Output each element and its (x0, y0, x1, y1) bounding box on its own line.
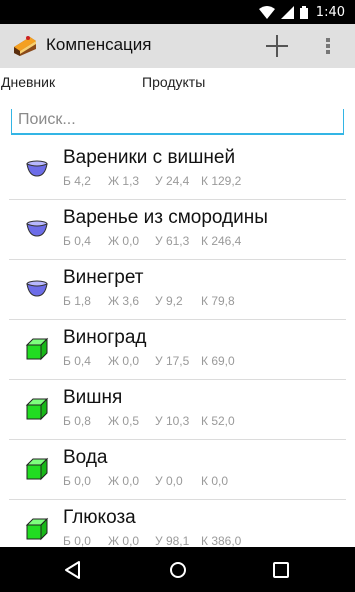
list-item[interactable]: Вишня Б 0,8 Ж 0,5 У 10,3 К 52,0 (0, 380, 355, 440)
status-time: 1:40 (315, 4, 345, 20)
product-name: Виноград (63, 327, 147, 348)
kcal-value: К 52,0 (201, 414, 235, 428)
tab-bar: Дневник Продукты (0, 68, 355, 96)
back-button[interactable] (62, 559, 84, 581)
product-nutrients: Б 0,4 Ж 0,0 У 17,5 К 69,0 (63, 354, 235, 368)
search-input[interactable] (18, 109, 338, 131)
fat-value: Ж 0,5 (108, 414, 140, 428)
protein-value: Б 1,8 (63, 294, 91, 308)
product-nutrients: Б 1,8 Ж 3,6 У 9,2 К 79,8 (63, 294, 235, 308)
list-item[interactable]: Варенье из смородины Б 0,4 Ж 0,0 У 61,3 К 2… (0, 200, 355, 260)
battery-icon (299, 5, 308, 19)
product-list[interactable]: Вареники с вишней Б 4,2 Ж 1,3 У 24,4 К 129,… (0, 140, 355, 547)
navigation-bar (0, 547, 355, 592)
dish-bowl-icon (25, 217, 49, 241)
wifi-icon (258, 5, 275, 19)
status-bar: 1:40 (0, 0, 355, 24)
carbs-value: У 61,3 (155, 234, 190, 248)
list-item[interactable]: Виноград Б 0,4 Ж 0,0 У 17,5 К 69,0 (0, 320, 355, 380)
product-name: Вареники с вишней (63, 147, 236, 168)
protein-value: Б 0,8 (63, 414, 91, 428)
action-bar: Компенсация (0, 24, 355, 68)
fat-value: Ж 1,3 (108, 174, 140, 188)
product-name: Винегрет (63, 267, 144, 288)
kcal-value: К 386,0 (201, 534, 242, 547)
more-vert-icon (326, 38, 330, 54)
plus-icon (266, 35, 288, 57)
product-nutrients: Б 0,8 Ж 0,5 У 10,3 К 52,0 (63, 414, 235, 428)
kcal-value: К 79,8 (201, 294, 235, 308)
add-product-button[interactable] (264, 33, 290, 59)
home-circle-icon (170, 562, 186, 578)
kcal-value: К 246,4 (201, 234, 242, 248)
carbs-value: У 98,1 (155, 534, 190, 547)
product-nutrients: Б 0,0 Ж 0,0 У 98,1 К 386,0 (63, 534, 241, 547)
list-item[interactable]: Вареники с вишней Б 4,2 Ж 1,3 У 24,4 К 129,… (0, 140, 355, 200)
protein-value: Б 0,4 (63, 354, 91, 368)
list-item[interactable]: Глюкоза Б 0,0 Ж 0,0 У 98,1 К 386,0 (0, 500, 355, 547)
fat-value: Ж 0,0 (108, 534, 140, 547)
product-name: Глюкоза (63, 507, 136, 528)
kcal-value: К 0,0 (201, 474, 229, 488)
protein-value: Б 0,4 (63, 234, 91, 248)
fat-value: Ж 3,6 (108, 294, 140, 308)
dish-bowl-icon (25, 157, 49, 181)
kcal-value: К 129,2 (201, 174, 242, 188)
home-button[interactable] (167, 559, 189, 581)
list-item[interactable]: Вода Б 0,0 Ж 0,0 У 0,0 К 0,0 (0, 440, 355, 500)
carbs-value: У 10,3 (155, 414, 190, 428)
tab-diary[interactable]: Дневник (1, 74, 55, 90)
product-name: Варенье из смородины (63, 207, 268, 228)
carbs-value: У 9,2 (155, 294, 183, 308)
product-name: Вишня (63, 387, 123, 408)
cake-logo-icon (13, 32, 37, 58)
kcal-value: К 69,0 (201, 354, 235, 368)
list-item[interactable]: Винегрет Б 1,8 Ж 3,6 У 9,2 К 79,8 (0, 260, 355, 320)
product-nutrients: Б 4,2 Ж 1,3 У 24,4 К 129,2 (63, 174, 241, 188)
recents-button[interactable] (270, 559, 292, 581)
app-title: Компенсация (46, 35, 152, 54)
fat-value: Ж 0,0 (108, 354, 140, 368)
protein-value: Б 4,2 (63, 174, 91, 188)
carbs-value: У 24,4 (155, 174, 190, 188)
tab-products[interactable]: Продукты (142, 74, 205, 90)
food-cube-icon (25, 457, 49, 481)
search-box (11, 109, 344, 135)
carbs-value: У 17,5 (155, 354, 190, 368)
fat-value: Ж 0,0 (108, 234, 140, 248)
food-cube-icon (25, 337, 49, 361)
protein-value: Б 0,0 (63, 474, 91, 488)
signal-icon (280, 5, 294, 19)
recents-square-icon (273, 562, 289, 578)
overflow-menu-button[interactable] (320, 34, 336, 58)
dish-bowl-icon (25, 277, 49, 301)
fat-value: Ж 0,0 (108, 474, 140, 488)
carbs-value: У 0,0 (155, 474, 183, 488)
protein-value: Б 0,0 (63, 534, 91, 547)
product-name: Вода (63, 447, 108, 468)
product-nutrients: Б 0,0 Ж 0,0 У 0,0 К 0,0 (63, 474, 228, 488)
back-triangle-icon (65, 561, 80, 579)
food-cube-icon (25, 517, 49, 541)
product-nutrients: Б 0,4 Ж 0,0 У 61,3 К 246,4 (63, 234, 241, 248)
food-cube-icon (25, 397, 49, 421)
